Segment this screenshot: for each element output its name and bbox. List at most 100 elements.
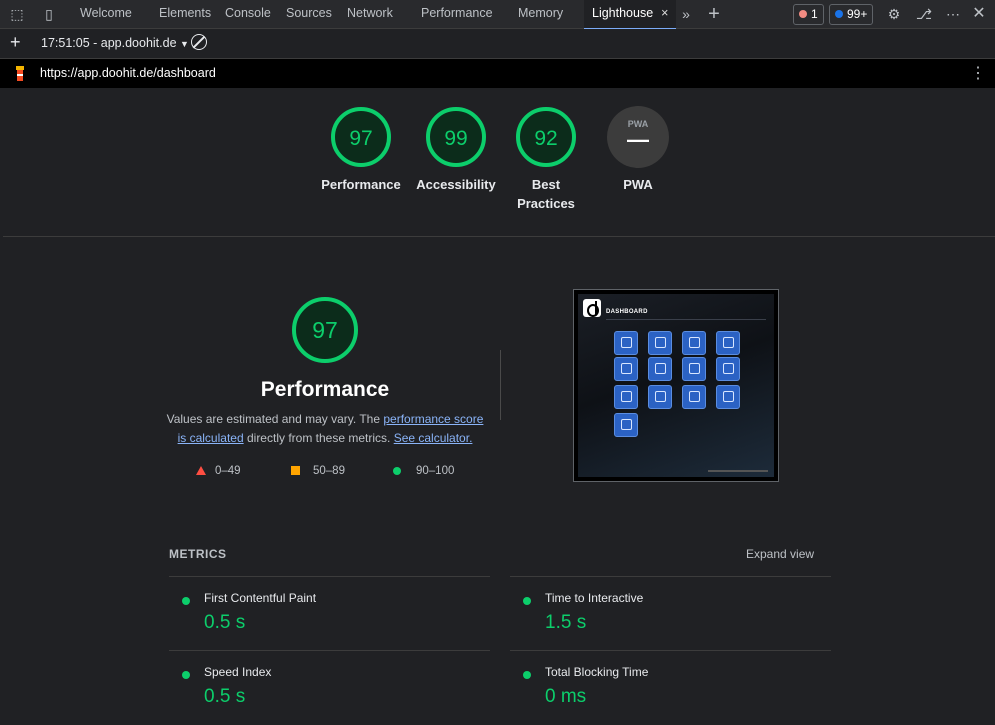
legend-average: 50–89 xyxy=(291,465,345,477)
metric-first-contentful-paint: First Contentful Paint 0.5 s xyxy=(169,577,489,647)
metric-value: 1.5 s xyxy=(545,612,587,633)
gauge-best-practices-ring: 92 xyxy=(516,107,576,167)
new-report-icon[interactable]: + xyxy=(10,32,21,53)
error-icon xyxy=(799,9,807,18)
app-logo xyxy=(583,299,601,317)
screenshot-tile xyxy=(682,385,706,409)
pass-icon xyxy=(182,597,190,605)
gauge-accessibility-ring: 99 xyxy=(426,107,486,167)
screenshot-tile xyxy=(648,385,672,409)
screenshot-tile xyxy=(648,357,672,381)
circle-icon xyxy=(393,467,401,475)
metric-time-to-interactive: Time to Interactive 1.5 s xyxy=(510,577,830,647)
errors-badge[interactable]: 1 xyxy=(793,4,824,25)
metric-speed-index: Speed Index 0.5 s xyxy=(169,651,489,721)
url-bar: https://app.doohit.de/dashboard ⋮ xyxy=(0,59,995,88)
tab-console[interactable]: Console xyxy=(225,0,271,28)
legend-average-label: 50–89 xyxy=(313,465,345,477)
device-toolbar-icon[interactable]: ▯ xyxy=(40,5,58,23)
section-divider xyxy=(3,236,995,237)
gauge-best-practices-label-line1: Best xyxy=(531,177,561,192)
close-tab-icon[interactable]: × xyxy=(661,6,668,20)
screenshot-content: DASHBOARD xyxy=(578,294,774,477)
calculator-link[interactable]: See calculator. xyxy=(394,431,473,445)
screenshot-header-line xyxy=(606,319,766,320)
report-selector[interactable]: 17:51:05 - app.doohit.de ▼ xyxy=(41,36,189,50)
screenshot-tile xyxy=(648,331,672,355)
tab-lighthouse[interactable]: Lighthouse × xyxy=(584,0,677,30)
connect-icon[interactable]: ⎇ xyxy=(915,5,933,23)
expand-view-button[interactable]: Expand view xyxy=(746,547,814,561)
metric-label: First Contentful Paint xyxy=(204,591,317,605)
gauge-accessibility[interactable]: 99 Accessibility xyxy=(413,105,499,194)
metric-label: Total Blocking Time xyxy=(545,665,649,679)
tab-welcome[interactable]: Welcome xyxy=(80,0,132,28)
performance-description: Values are estimated and may vary. The p… xyxy=(165,410,485,448)
performance-gauge-large: 97 xyxy=(292,297,358,363)
tab-memory[interactable]: Memory xyxy=(518,0,563,28)
metric-total-blocking-time: Total Blocking Time 0 ms xyxy=(510,651,830,721)
performance-desc-text1: Values are estimated and may vary. The xyxy=(166,412,384,426)
errors-count: 1 xyxy=(811,7,818,21)
dropdown-icon: ▼ xyxy=(180,39,189,49)
more-tabs-icon[interactable]: » xyxy=(677,5,695,23)
metrics-heading: METRICS xyxy=(169,547,227,561)
tab-lighthouse-label: Lighthouse xyxy=(592,6,654,20)
screenshot-tile xyxy=(614,331,638,355)
screenshot-tile xyxy=(716,385,740,409)
more-options-icon[interactable]: ⋯ xyxy=(944,5,962,23)
gauge-accessibility-label: Accessibility xyxy=(416,177,496,192)
issues-badge[interactable]: 99+ xyxy=(829,4,874,25)
add-tab-icon[interactable]: + xyxy=(705,4,723,24)
pass-icon xyxy=(523,597,531,605)
metric-label: Speed Index xyxy=(204,665,272,679)
lighthouse-toolbar: + 17:51:05 - app.doohit.de ▼ xyxy=(0,29,995,59)
pwa-badge-icon: PWA — xyxy=(607,106,669,168)
issues-count: 99+ xyxy=(847,7,868,21)
gauge-pwa[interactable]: PWA — PWA xyxy=(598,105,678,194)
performance-title: Performance xyxy=(260,378,390,401)
legend-pass: 90–100 xyxy=(393,465,454,477)
close-devtools-icon[interactable]: ✕ xyxy=(970,5,988,23)
gauge-best-practices-label: Best Practices xyxy=(506,175,586,213)
gauge-performance-label: Performance xyxy=(321,177,401,192)
screenshot-tile xyxy=(614,413,638,437)
gauge-pwa-label: PWA xyxy=(623,177,653,192)
tab-network[interactable]: Network xyxy=(347,0,393,28)
pass-icon xyxy=(523,671,531,679)
gauge-performance-score: 97 xyxy=(349,127,372,150)
lighthouse-logo-icon xyxy=(14,65,26,82)
metric-value: 0 ms xyxy=(545,686,587,707)
tab-sources[interactable]: Sources xyxy=(286,0,332,28)
tab-performance[interactable]: Performance xyxy=(421,0,493,28)
screenshot-tile xyxy=(614,385,638,409)
metric-value: 0.5 s xyxy=(204,686,246,707)
gauge-performance[interactable]: 97 Performance xyxy=(321,105,401,194)
gear-icon[interactable]: ⚙ xyxy=(885,5,903,23)
legend-fail-label: 0–49 xyxy=(215,465,241,477)
inspect-element-icon[interactable]: ⬚ xyxy=(8,5,26,23)
gauge-best-practices[interactable]: 92 Best Practices xyxy=(506,105,586,213)
gauge-performance-ring: 97 xyxy=(331,107,391,167)
performance-desc-text2: directly from these metrics. xyxy=(243,431,394,445)
legend-fail: 0–49 xyxy=(196,465,241,477)
screenshot-tile xyxy=(682,357,706,381)
metric-label: Time to Interactive xyxy=(545,591,644,605)
report-url[interactable]: https://app.doohit.de/dashboard xyxy=(40,66,216,80)
score-gauges: 97 Performance 99 Accessibility 92 Best P… xyxy=(0,105,995,225)
gauge-pwa-score: — xyxy=(627,127,649,152)
performance-score-large: 97 xyxy=(312,317,338,343)
gauge-accessibility-score: 99 xyxy=(444,127,467,150)
square-icon xyxy=(291,466,300,475)
tab-elements[interactable]: Elements xyxy=(159,0,211,28)
clear-all-icon[interactable] xyxy=(191,34,207,50)
screenshot-footer xyxy=(708,470,768,472)
final-screenshot: DASHBOARD xyxy=(573,289,779,482)
screenshot-dashboard-title: DASHBOARD xyxy=(606,309,648,315)
report-selector-label: 17:51:05 - app.doohit.de xyxy=(41,36,177,50)
url-menu-icon[interactable]: ⋮ xyxy=(970,63,986,83)
legend-pass-label: 90–100 xyxy=(416,465,455,477)
screenshot-tile xyxy=(682,331,706,355)
gauge-best-practices-score: 92 xyxy=(534,127,557,150)
screenshot-tile xyxy=(614,357,638,381)
